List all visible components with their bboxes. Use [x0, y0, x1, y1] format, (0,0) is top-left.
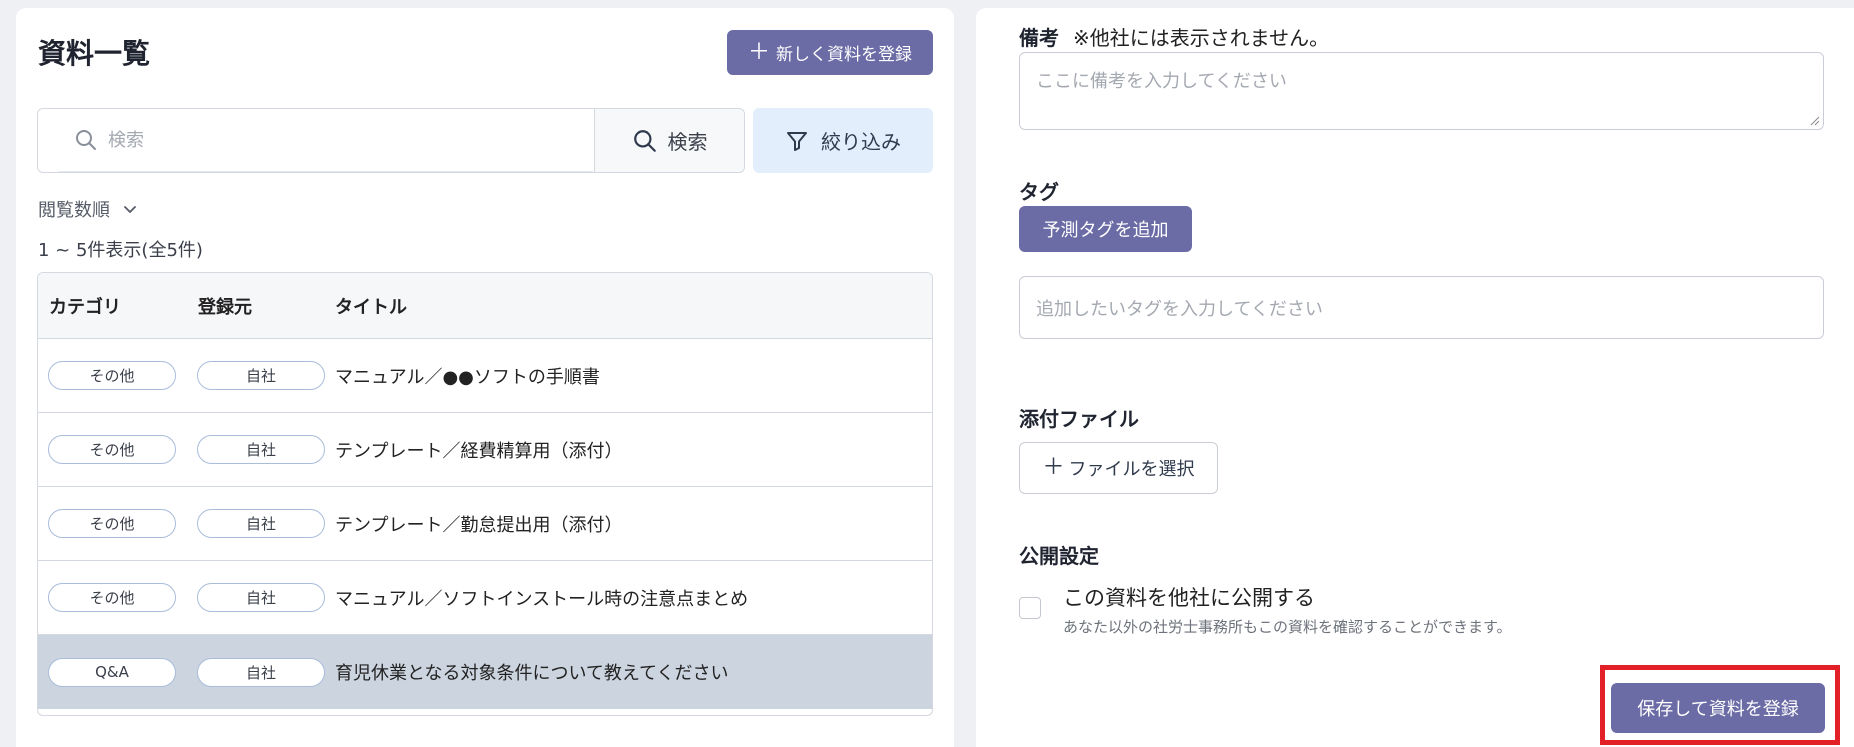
search-input[interactable]	[108, 129, 568, 151]
result-count: 1 ~ 5件表示(全5件)	[38, 240, 203, 261]
tag-label: タグ	[1019, 180, 1059, 204]
table-row[interactable]: その他 自社 マニュアル／●●ソフトの手順書	[38, 339, 932, 413]
category-badge: その他	[48, 435, 176, 464]
select-file-button[interactable]: ＋ ファイルを選択	[1019, 442, 1218, 494]
plus-icon: ＋	[1042, 455, 1065, 480]
search-button-label: 検索	[667, 130, 708, 154]
sort-dropdown[interactable]: 閲覧数順	[38, 196, 138, 222]
table-row[interactable]: その他 自社 テンプレート／経費精算用（添付）	[38, 413, 932, 487]
visibility-label: 公開設定	[1019, 544, 1099, 568]
resize-grip-icon[interactable]	[1810, 116, 1820, 126]
filter-icon	[787, 131, 807, 151]
sort-label: 閲覧数順	[38, 200, 110, 221]
category-badge: Q&A	[48, 657, 176, 687]
add-predicted-tag-button[interactable]: 予測タグを追加	[1019, 206, 1192, 252]
category-badge: その他	[48, 361, 176, 390]
column-header-source: 登録元	[198, 296, 252, 318]
document-list-panel: 資料一覧 ＋ 新しく資料を登録 検索 絞り込み 閲覧数順	[16, 8, 954, 747]
search-button[interactable]: 検索	[594, 109, 744, 172]
table-header: カテゴリ 登録元 タイトル	[38, 273, 932, 339]
tag-input[interactable]: 追加したいタグを入力してください	[1019, 276, 1824, 339]
remarks-placeholder: ここに備考を入力してください	[1036, 71, 1287, 92]
search-bar: 検索	[37, 108, 745, 173]
attachment-label: 添付ファイル	[1019, 407, 1139, 431]
plus-icon: ＋	[747, 39, 770, 65]
remarks-textarea[interactable]: ここに備考を入力してください	[1019, 52, 1824, 130]
row-title: マニュアル／●●ソフトの手順書	[335, 366, 600, 388]
search-icon	[76, 130, 96, 150]
table-row[interactable]: その他 自社 マニュアル／ソフトインストール時の注意点まとめ	[38, 561, 932, 635]
new-document-button-label: 新しく資料を登録	[776, 45, 912, 65]
remarks-note: ※他社には表示されません。	[1073, 26, 1330, 50]
row-title: 育児休業となる対象条件について教えてください	[335, 663, 729, 684]
public-checkbox-help: あなた以外の社労士事務所もこの資料を確認することができます。	[1063, 618, 1512, 636]
save-and-register-button[interactable]: 保存して資料を登録	[1611, 683, 1825, 733]
table-row-selected[interactable]: Q&A 自社 育児休業となる対象条件について教えてください	[38, 635, 932, 709]
source-badge: 自社	[197, 583, 325, 612]
page-title: 資料一覧	[38, 37, 151, 70]
source-badge: 自社	[197, 435, 325, 464]
column-header-category: カテゴリ	[49, 296, 121, 318]
row-title: マニュアル／ソフトインストール時の注意点まとめ	[335, 588, 749, 610]
chevron-down-icon	[124, 206, 136, 213]
select-file-button-label: ファイルを選択	[1068, 459, 1195, 480]
source-badge: 自社	[197, 509, 325, 538]
category-badge: その他	[48, 509, 176, 538]
document-table: カテゴリ 登録元 タイトル その他 自社 マニュアル／●●ソフトの手順書 その他…	[37, 272, 933, 716]
row-title: テンプレート／経費精算用（添付）	[335, 440, 623, 462]
search-field	[58, 109, 593, 172]
remarks-label-text: 備考	[1019, 26, 1059, 50]
tag-input-placeholder: 追加したいタグを入力してください	[1036, 298, 1323, 320]
column-header-title: タイトル	[335, 296, 407, 318]
filter-button[interactable]: 絞り込み	[753, 108, 933, 173]
filter-button-label: 絞り込み	[821, 130, 901, 154]
source-badge: 自社	[197, 361, 325, 390]
row-title: テンプレート／勤怠提出用（添付）	[335, 514, 623, 536]
new-document-button[interactable]: ＋ 新しく資料を登録	[727, 30, 933, 75]
category-badge: その他	[48, 583, 176, 612]
source-badge: 自社	[197, 657, 325, 687]
remarks-label: 備考 ※他社には表示されません。	[1019, 22, 1329, 51]
search-icon	[633, 129, 656, 152]
public-checkbox[interactable]	[1019, 597, 1041, 619]
table-row[interactable]: その他 自社 テンプレート／勤怠提出用（添付）	[38, 487, 932, 561]
public-checkbox-label[interactable]: この資料を他社に公開する	[1063, 582, 1315, 612]
document-form-panel: 備考 ※他社には表示されません。 ここに備考を入力してください タグ 予測タグを追…	[976, 8, 1854, 747]
